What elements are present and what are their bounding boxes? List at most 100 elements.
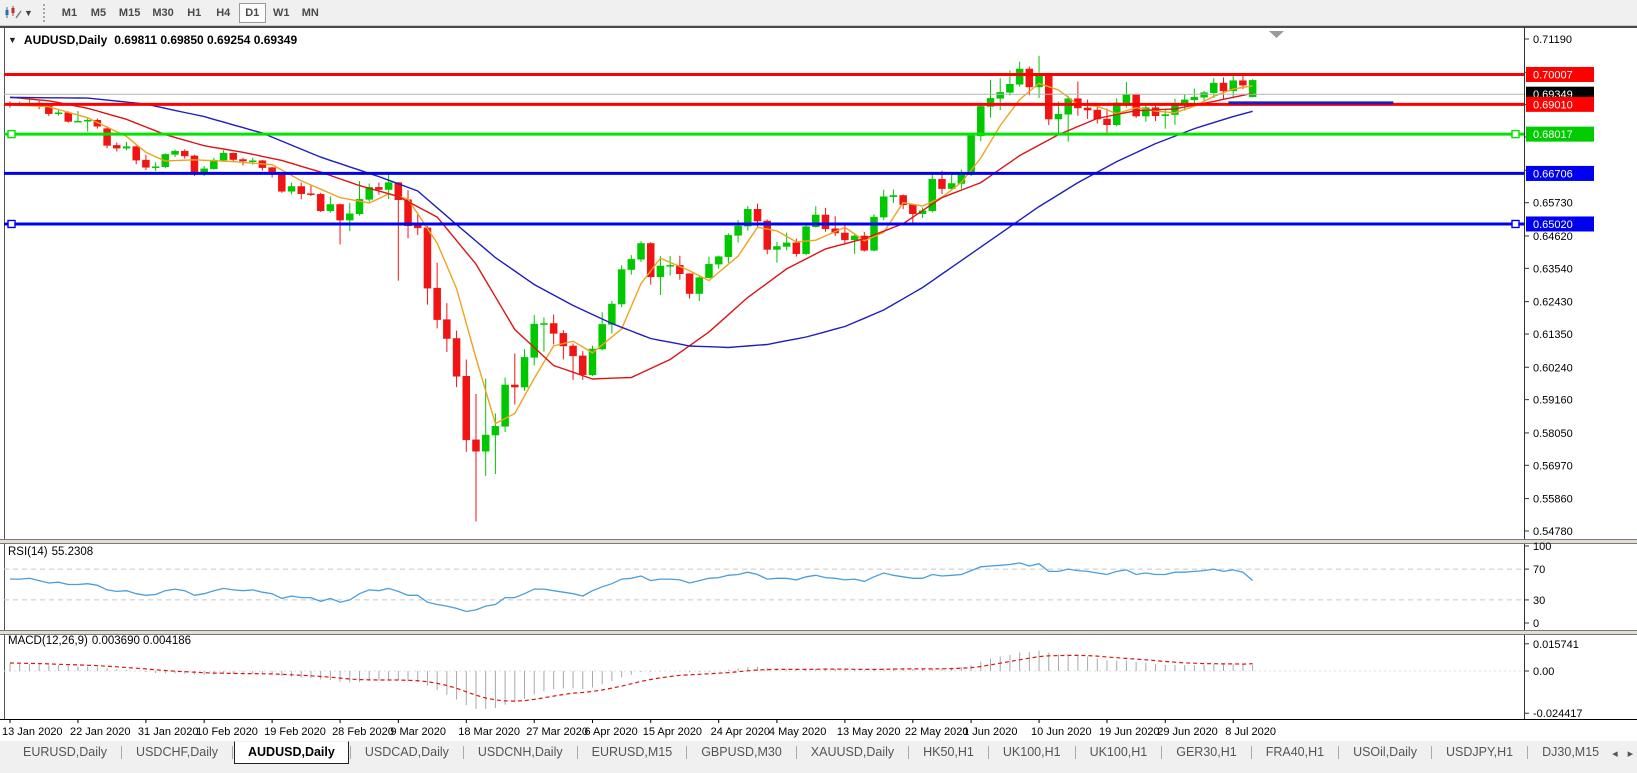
toolbar-drag-handle[interactable] xyxy=(43,4,48,22)
svg-text:0.69010: 0.69010 xyxy=(1533,99,1573,111)
tab-usdcnh-daily[interactable]: USDCNH,Daily xyxy=(465,742,576,763)
panel-splitter[interactable] xyxy=(0,631,1637,635)
tab-separator xyxy=(350,746,351,759)
tab-scroll-right-icon[interactable]: ▸ xyxy=(1628,747,1634,760)
svg-text:9 Mar 2020: 9 Mar 2020 xyxy=(390,726,446,738)
tab-gbpusd-m30[interactable]: GBPUSD,M30 xyxy=(688,742,795,763)
svg-text:13 Jan 2020: 13 Jan 2020 xyxy=(2,726,63,738)
timeframe-d1[interactable]: D1 xyxy=(239,3,266,23)
svg-text:0.59160: 0.59160 xyxy=(1533,395,1573,407)
macd-values: 0.003690 0.004186 xyxy=(92,635,191,647)
timeframe-m5[interactable]: M5 xyxy=(85,3,112,23)
tab-separator xyxy=(1075,746,1076,759)
tab-bar: EURUSD,DailyUSDCHF,DailyAUDUSD,DailyUSDC… xyxy=(0,740,1637,773)
svg-text:0.70007: 0.70007 xyxy=(1533,69,1573,81)
svg-text:0.66706: 0.66706 xyxy=(1533,168,1573,180)
svg-text:0.015741: 0.015741 xyxy=(1533,639,1579,651)
svg-text:0.60240: 0.60240 xyxy=(1533,362,1573,374)
hline-handle[interactable] xyxy=(1512,220,1519,227)
tab-usdcad-daily[interactable]: USDCAD,Daily xyxy=(352,742,462,763)
svg-text:13 May 2020: 13 May 2020 xyxy=(837,726,901,738)
tab-eurusd-daily[interactable]: EURUSD,Daily xyxy=(10,742,120,763)
svg-text:18 Mar 2020: 18 Mar 2020 xyxy=(458,726,520,738)
svg-text:0: 0 xyxy=(1533,618,1539,630)
svg-text:4 May 2020: 4 May 2020 xyxy=(769,726,826,738)
hline-handle[interactable] xyxy=(8,220,15,227)
tab-usdchf-daily[interactable]: USDCHF,Daily xyxy=(123,742,231,763)
tab-xauusd-daily[interactable]: XAUUSD,Daily xyxy=(798,742,907,763)
svg-text:0.61350: 0.61350 xyxy=(1533,329,1573,341)
tab-audusd-daily[interactable]: AUDUSD,Daily xyxy=(234,741,349,764)
svg-text:0.54780: 0.54780 xyxy=(1533,526,1573,538)
svg-text:0.68017: 0.68017 xyxy=(1533,129,1573,141)
tab-dj30-m15[interactable]: DJ30,M15 xyxy=(1529,742,1612,763)
tab-separator xyxy=(988,746,989,759)
panel-splitter[interactable] xyxy=(0,540,1637,544)
svg-text:19 Jun 2020: 19 Jun 2020 xyxy=(1099,726,1160,738)
svg-text:1 Jun 2020: 1 Jun 2020 xyxy=(963,726,1017,738)
svg-text:0.58050: 0.58050 xyxy=(1533,428,1573,440)
svg-text:6 Apr 2020: 6 Apr 2020 xyxy=(584,726,637,738)
timeframe-h4[interactable]: H4 xyxy=(210,3,237,23)
mt4-terminal: ▼ M1M5M15M30H1H4D1W1MN 0.711900.700800.6… xyxy=(0,0,1637,773)
ch art-canvas[interactable]: 0.711900.700800.690000.679200.668100.657… xyxy=(0,27,1637,741)
tab-separator xyxy=(577,746,578,759)
timeframe-m1[interactable]: M1 xyxy=(56,3,83,23)
chart-type-icon[interactable] xyxy=(4,5,22,21)
tab-hk50-h1[interactable]: HK50,H1 xyxy=(910,742,987,763)
tab-separator xyxy=(232,746,233,759)
chart-ohlc-values: 0.69811 0.69850 0.69254 0.69349 xyxy=(114,33,297,47)
tab-separator xyxy=(686,746,687,759)
tab-separator xyxy=(1527,746,1528,759)
price-badge-0.66706: 0.66706 xyxy=(1526,166,1594,181)
timeframe-h1[interactable]: H1 xyxy=(181,3,208,23)
svg-text:19 Feb 2020: 19 Feb 2020 xyxy=(264,726,326,738)
svg-text:28 Feb 2020: 28 Feb 2020 xyxy=(332,726,394,738)
hline-handle[interactable] xyxy=(8,131,15,138)
timeframe-w1[interactable]: W1 xyxy=(268,3,295,23)
svg-text:0.00: 0.00 xyxy=(1533,666,1554,678)
svg-text:8 Jul 2020: 8 Jul 2020 xyxy=(1225,726,1276,738)
svg-text:0.64620: 0.64620 xyxy=(1533,231,1573,243)
tab-usoil-daily[interactable]: USOil,Daily xyxy=(1340,742,1430,763)
price-badge-0.70007: 0.70007 xyxy=(1526,67,1594,82)
svg-text:22 Jan 2020: 22 Jan 2020 xyxy=(70,726,131,738)
tab-separator xyxy=(463,746,464,759)
tab-separator xyxy=(1161,746,1162,759)
tab-ger30-h1[interactable]: GER30,H1 xyxy=(1163,742,1249,763)
svg-text:0.63540: 0.63540 xyxy=(1533,263,1573,275)
tab-scroll-left-icon[interactable]: ◂ xyxy=(1612,747,1618,760)
tab-uk100-h1[interactable]: UK100,H1 xyxy=(990,742,1074,763)
svg-text:0.56970: 0.56970 xyxy=(1533,460,1573,472)
svg-text:0.55860: 0.55860 xyxy=(1533,494,1573,506)
chart-type-caret-icon[interactable]: ▼ xyxy=(24,8,33,18)
price-badge-0.69010: 0.69010 xyxy=(1526,97,1594,112)
rsi-value: 55.2308 xyxy=(52,546,94,558)
tab-scroll-buttons: ◂ ▸ xyxy=(1612,741,1637,760)
collapse-icon[interactable]: ▼ xyxy=(8,35,17,45)
macd-label: MACD(12,26,9)0.003690 0.004186 xyxy=(8,635,195,647)
tab-separator xyxy=(1251,746,1252,759)
svg-text:0.65730: 0.65730 xyxy=(1533,198,1573,210)
svg-text:29 Jun 2020: 29 Jun 2020 xyxy=(1157,726,1218,738)
timeframe-m30[interactable]: M30 xyxy=(147,3,178,23)
tab-eurusd-m15[interactable]: EURUSD,M15 xyxy=(579,742,686,763)
tab-fra40-h1[interactable]: FRA40,H1 xyxy=(1253,742,1337,763)
price-badge-0.68017: 0.68017 xyxy=(1526,127,1594,142)
hline-handle[interactable] xyxy=(1512,131,1519,138)
timeframe-m15[interactable]: M15 xyxy=(114,3,145,23)
svg-text:31 Jan 2020: 31 Jan 2020 xyxy=(138,726,199,738)
svg-text:10 Jun 2020: 10 Jun 2020 xyxy=(1031,726,1092,738)
svg-text:-0.024417: -0.024417 xyxy=(1533,708,1583,720)
svg-text:70: 70 xyxy=(1533,564,1545,576)
svg-text:0.71190: 0.71190 xyxy=(1533,34,1572,46)
tab-usdjpy-h1[interactable]: USDJPY,H1 xyxy=(1433,742,1526,763)
svg-text:22 May 2020: 22 May 2020 xyxy=(905,726,969,738)
tab-uk100-h1[interactable]: UK100,H1 xyxy=(1077,742,1161,763)
svg-text:27 Mar 2020: 27 Mar 2020 xyxy=(526,726,588,738)
chart-window[interactable]: 0.711900.700800.690000.679200.668100.657… xyxy=(0,26,1637,740)
svg-text:30: 30 xyxy=(1533,595,1545,607)
svg-text:10 Feb 2020: 10 Feb 2020 xyxy=(196,726,258,738)
timeframe-mn[interactable]: MN xyxy=(297,3,324,23)
tab-separator xyxy=(796,746,797,759)
